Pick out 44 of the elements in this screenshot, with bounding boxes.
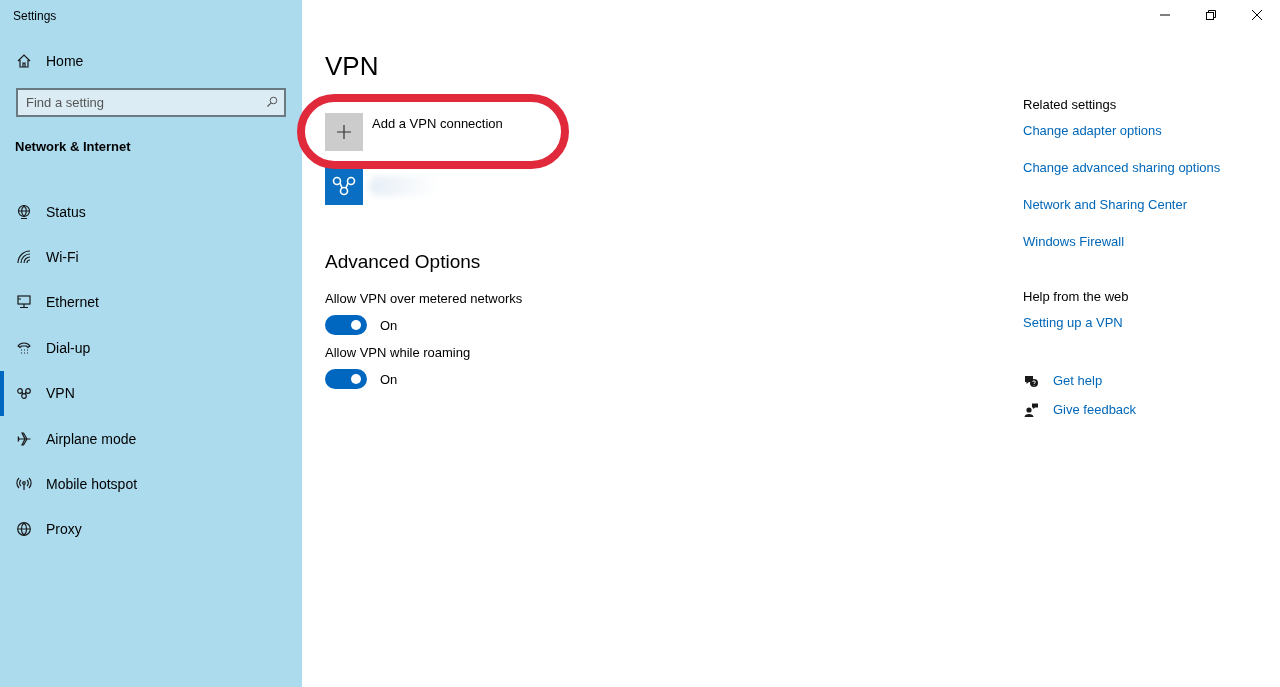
vpn-connection-icon[interactable] — [325, 167, 363, 205]
home-link[interactable]: Home — [0, 46, 302, 76]
page-title: VPN — [325, 51, 380, 83]
toggle-state: On — [380, 317, 398, 333]
related-link[interactable]: Change advanced sharing options — [1023, 160, 1221, 191]
window-title: Settings — [13, 9, 58, 25]
wifi-icon — [16, 249, 32, 266]
person-feedback-icon — [1023, 401, 1039, 418]
section-heading: Advanced Options — [325, 251, 482, 274]
related-link[interactable]: Network and Sharing Center — [1023, 197, 1188, 228]
related-link[interactable]: Windows Firewall — [1023, 234, 1125, 265]
section-heading: Network & Internet — [15, 139, 132, 156]
option-label: Allow VPN over metered networks — [325, 291, 524, 306]
globe-icon — [16, 521, 32, 538]
sidebar-item[interactable]: Airplane mode — [0, 415, 302, 462]
toggle-switch[interactable] — [325, 369, 367, 389]
toggle-state: On — [380, 371, 398, 387]
monitor-icon — [16, 294, 32, 311]
sidebar-item[interactable]: Wi-Fi — [0, 234, 302, 280]
feedback-link[interactable]: Give feedback — [1053, 402, 1137, 417]
help-link[interactable]: Get help — [1053, 373, 1103, 388]
sidebar-item[interactable]: Dial-up — [0, 325, 302, 371]
close-icon — [1252, 10, 1262, 20]
globe-monitor-icon — [16, 203, 32, 220]
search-field[interactable]: Find a setting — [16, 88, 286, 117]
search-icon — [266, 96, 278, 108]
related-link[interactable]: Setting up a VPN — [1023, 315, 1123, 346]
sidebar-item[interactable]: Proxy — [0, 506, 302, 553]
vpn-icon — [16, 385, 32, 402]
related-link[interactable]: Change adapter options — [1023, 123, 1162, 154]
home-icon — [16, 53, 32, 69]
option-label: Allow VPN while roaming — [325, 345, 472, 360]
sidebar-item[interactable]: VPN — [0, 370, 302, 416]
hotspot-icon — [16, 476, 32, 493]
sidebar-item[interactable]: Ethernet — [0, 279, 302, 326]
add-vpn-button[interactable]: Add a VPN connection — [325, 113, 525, 151]
section-heading: Help from the web — [1023, 289, 1130, 306]
toggle-switch[interactable] — [325, 315, 367, 335]
sidebar-item[interactable]: Status — [0, 189, 302, 235]
phone-icon — [16, 339, 32, 356]
restore-icon — [1206, 10, 1216, 20]
sidebar-item[interactable]: Mobile hotspot — [0, 461, 302, 507]
airplane-icon — [16, 430, 32, 447]
section-heading: Related settings — [1023, 97, 1118, 114]
